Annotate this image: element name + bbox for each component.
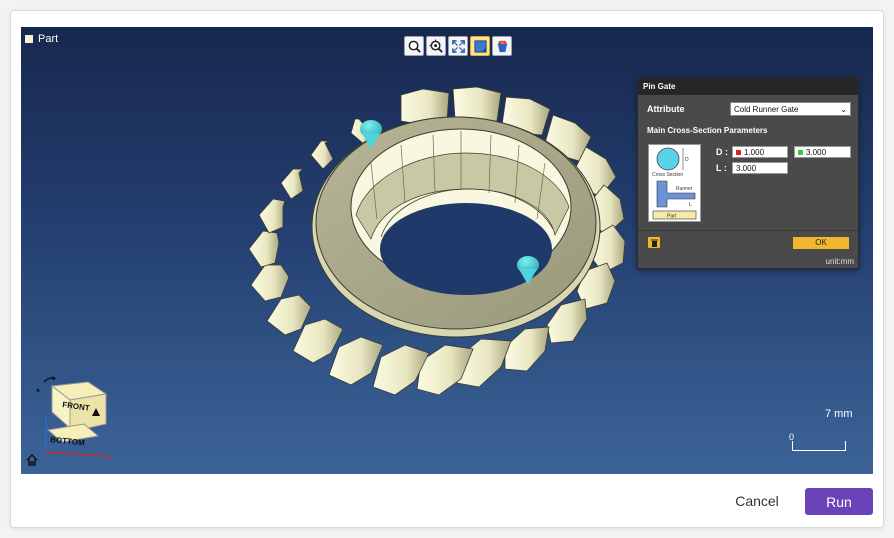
diagram-l-mark: L xyxy=(689,202,692,208)
rotate-arrow-icon[interactable] xyxy=(43,377,55,383)
pin-gate-panel: Pin Gate Attribute Cold Runner Gate ⌄ Ma… xyxy=(637,77,859,269)
section-title: Main Cross-Section Parameters xyxy=(647,126,768,135)
diagram-d-mark: D xyxy=(685,157,689,163)
3d-viewport[interactable]: Part Pin Gate Attribute Cold Runner Gate… xyxy=(21,27,873,474)
d-value-2-field[interactable]: 3.000 xyxy=(794,146,851,158)
panel-title: Pin Gate xyxy=(638,78,858,95)
green-marker-icon xyxy=(798,149,803,155)
attribute-value: Cold Runner Gate xyxy=(734,104,799,114)
d-value-1: 1.000 xyxy=(744,147,765,157)
ok-button[interactable]: OK xyxy=(793,237,849,249)
l-label: L : xyxy=(716,163,727,173)
diagram-part-label: Part xyxy=(667,214,677,220)
panel-divider xyxy=(638,230,858,231)
trash-icon xyxy=(650,239,658,247)
attribute-select[interactable]: Cold Runner Gate ⌄ xyxy=(730,102,851,116)
l-value-field[interactable]: 3.000 xyxy=(732,162,788,174)
red-marker-icon xyxy=(736,149,741,155)
attribute-label: Attribute xyxy=(647,104,685,114)
chevron-down-icon: ⌄ xyxy=(840,104,847,114)
home-icon[interactable] xyxy=(26,454,38,466)
diagram-runner-label: Runner xyxy=(676,186,693,192)
d-value-1-field[interactable]: 1.000 xyxy=(732,146,788,158)
l-value: 3.000 xyxy=(736,163,757,173)
diagram-cross-section-label: Cross Section xyxy=(652,172,683,178)
run-button[interactable]: Run xyxy=(805,488,873,515)
cancel-button[interactable]: Cancel xyxy=(722,488,792,514)
cross-section-diagram: D Cross Section Runner L Part xyxy=(648,144,701,222)
delete-button[interactable] xyxy=(648,237,660,248)
scale-bar xyxy=(792,441,846,451)
d-label: D : xyxy=(716,147,728,157)
view-navigation-cube[interactable]: FRONT BOTTOM x xyxy=(26,372,116,467)
unit-label: unit:mm xyxy=(825,257,854,266)
scale-label: 7 mm xyxy=(825,408,853,420)
d-value-2: 3.000 xyxy=(806,147,827,157)
svg-text:x: x xyxy=(108,453,112,462)
